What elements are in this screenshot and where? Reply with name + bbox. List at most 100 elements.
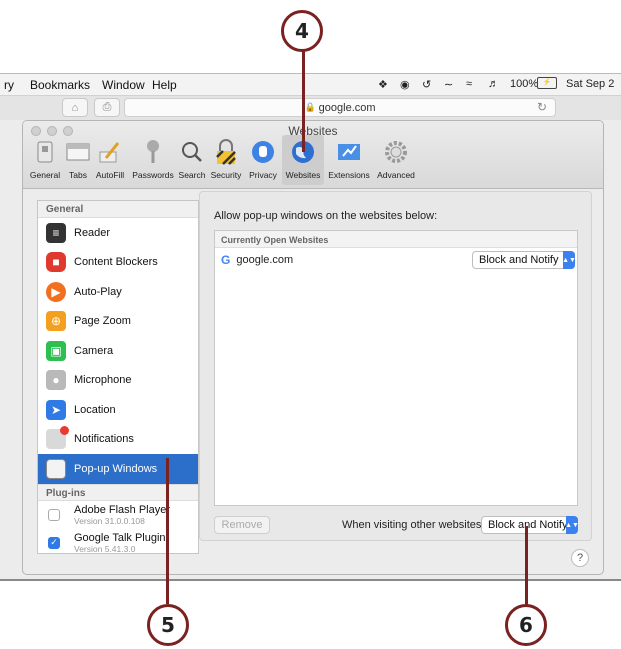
zoom-icon: ⊕ bbox=[46, 311, 66, 332]
website-name: google.com bbox=[236, 254, 294, 266]
sidebar-item-location[interactable]: ➤ Location bbox=[38, 395, 198, 425]
security-lock-icon bbox=[213, 139, 239, 165]
menu-bookmarks[interactable]: Bookmarks bbox=[30, 78, 90, 92]
callout-5: 5 bbox=[147, 604, 189, 646]
hand-icon bbox=[250, 139, 276, 165]
dropbox-icon[interactable]: ❖ bbox=[378, 78, 388, 91]
chevron-updown-icon: ▲▼ bbox=[562, 251, 576, 269]
sidebar-item-label: Location bbox=[74, 403, 116, 416]
menu-help[interactable]: Help bbox=[152, 78, 177, 92]
sidebar-item-label: Microphone bbox=[74, 374, 132, 387]
tab-extensions-label: Extensions bbox=[328, 170, 370, 180]
lock-icon: 🔒 bbox=[304, 102, 316, 112]
battery-percent[interactable]: 100% bbox=[510, 78, 538, 90]
sidebar-item-microphone[interactable]: ● Microphone bbox=[38, 366, 198, 396]
menu-window[interactable]: Window bbox=[102, 78, 145, 92]
notification-icon bbox=[46, 426, 69, 450]
menu-history[interactable]: ry bbox=[4, 78, 14, 92]
sidebar-item-label: Content Blockers bbox=[74, 256, 158, 269]
remove-button[interactable]: Remove bbox=[214, 516, 270, 534]
sidebar-item-camera[interactable]: ▣ Camera bbox=[38, 336, 198, 366]
callout-4: 4 bbox=[281, 10, 323, 52]
battery-icon[interactable]: ⚡ bbox=[537, 77, 557, 89]
eye-icon[interactable]: ◉ bbox=[400, 78, 410, 91]
sidebar-item-label: Page Zoom bbox=[74, 315, 131, 328]
tab-general[interactable]: General bbox=[25, 135, 65, 185]
camera-icon: ▣ bbox=[46, 340, 66, 361]
tab-search[interactable]: Search bbox=[177, 135, 207, 185]
plugin-name: Adobe Flash Player bbox=[74, 503, 170, 516]
callout-6: 6 bbox=[505, 604, 547, 646]
sidebar-item-label: Notifications bbox=[74, 433, 134, 446]
sidebar-plugins-header: Plug-ins bbox=[38, 483, 198, 501]
activity-icon[interactable]: ∼ bbox=[444, 78, 453, 91]
stop-icon: ■ bbox=[46, 252, 66, 273]
tab-passwords-label: Passwords bbox=[132, 170, 174, 180]
sidebar-item-reader[interactable]: ≡ Reader bbox=[38, 218, 198, 248]
tabs-icon bbox=[65, 139, 91, 165]
tab-autofill[interactable]: AutoFill bbox=[91, 135, 129, 185]
plugin-name: Google Talk Plugin bbox=[74, 531, 166, 544]
address-bar[interactable]: 🔒 google.com ↻ bbox=[124, 98, 556, 117]
tab-advanced-label: Advanced bbox=[377, 170, 415, 180]
menu-bar: ry Bookmarks Window Help ❖ ◉ ↺ ∼ ≈ ♬ 100… bbox=[0, 74, 621, 96]
time-machine-icon[interactable]: ↺ bbox=[422, 78, 431, 91]
sidebar-item-notifications[interactable]: Notifications bbox=[38, 425, 198, 455]
wifi-icon[interactable]: ≈ bbox=[466, 78, 472, 90]
key-icon bbox=[140, 139, 166, 165]
tab-advanced[interactable]: Advanced bbox=[373, 135, 419, 185]
sidebar-item-label: Camera bbox=[74, 344, 114, 357]
website-setting-popup[interactable]: Block and Notify ▲▼ bbox=[472, 251, 576, 269]
plugin-google-talk-checkbox[interactable]: ✓ bbox=[48, 536, 60, 549]
play-icon: ▶ bbox=[46, 281, 66, 302]
sidebar-item-content-blockers[interactable]: ■ Content Blockers bbox=[38, 248, 198, 278]
plugin-google-talk[interactable]: ✓ Google Talk Plugin Version 5.41.3.0 bbox=[38, 529, 198, 554]
volume-icon[interactable]: ♬ bbox=[488, 78, 499, 90]
tab-general-label: General bbox=[29, 170, 61, 180]
tab-tabs[interactable]: Tabs bbox=[65, 135, 91, 185]
popup-window-icon bbox=[46, 458, 66, 479]
pencil-icon bbox=[97, 139, 123, 165]
tab-security[interactable]: Security bbox=[207, 135, 245, 185]
tab-search-label: Search bbox=[178, 170, 206, 180]
plugin-version: Version 5.41.3.0 bbox=[74, 543, 136, 554]
help-button[interactable]: ? bbox=[571, 549, 589, 567]
tab-privacy-label: Privacy bbox=[249, 170, 277, 180]
tab-autofill-label: AutoFill bbox=[95, 170, 125, 180]
sidebar-item-label: Auto-Play bbox=[74, 285, 122, 298]
sidebar-item-label: Pop-up Windows bbox=[74, 462, 158, 475]
search-icon bbox=[179, 139, 205, 165]
plugin-flash[interactable]: Adobe Flash Player Version 31.0.0.108 bbox=[38, 501, 198, 529]
reload-icon[interactable]: ↻ bbox=[537, 100, 547, 114]
chevron-updown-icon: ▲▼ bbox=[565, 516, 579, 534]
sidebar-item-popup-windows[interactable]: Pop-up Windows bbox=[38, 454, 198, 484]
tab-websites-label: Websites bbox=[285, 170, 321, 180]
sidebar-item-auto-play[interactable]: ▶ Auto-Play bbox=[38, 277, 198, 307]
popup-settings-panel: Allow pop-up windows on the websites bel… bbox=[199, 191, 592, 541]
websites-list-header: Currently Open Websites bbox=[215, 231, 577, 248]
puzzle-icon bbox=[336, 139, 362, 165]
menu-clock[interactable]: Sat Sep 2 bbox=[566, 78, 614, 90]
tab-privacy[interactable]: Privacy bbox=[245, 135, 281, 185]
sidebar-item-page-zoom[interactable]: ⊕ Page Zoom bbox=[38, 307, 198, 337]
preferences-window: Websites General Tabs AutoFill Passwords… bbox=[22, 120, 604, 575]
home-button[interactable]: ⌂ bbox=[62, 98, 88, 117]
website-setting-value: Block and Notify bbox=[479, 254, 559, 266]
print-button[interactable]: ⎙ bbox=[94, 98, 120, 117]
google-icon: G bbox=[221, 253, 231, 267]
website-row[interactable]: G google.com Block and Notify ▲▼ bbox=[215, 248, 577, 272]
location-icon: ➤ bbox=[46, 399, 66, 420]
general-switch-icon bbox=[32, 139, 58, 165]
sidebar-general-header: General bbox=[38, 201, 198, 218]
tab-extensions[interactable]: Extensions bbox=[325, 135, 373, 185]
gear-icon bbox=[383, 139, 409, 165]
plugin-flash-checkbox[interactable] bbox=[48, 508, 60, 521]
address-text: google.com bbox=[318, 101, 376, 114]
reader-icon: ≡ bbox=[46, 222, 66, 243]
websites-sidebar: General ≡ Reader ■ Content Blockers ▶ Au… bbox=[37, 200, 199, 554]
tab-passwords[interactable]: Passwords bbox=[129, 135, 177, 185]
other-websites-setting-popup[interactable]: Block and Notify ▲▼ bbox=[481, 516, 579, 534]
panel-description: Allow pop-up windows on the websites bel… bbox=[214, 210, 438, 222]
window-titlebar: Websites General Tabs AutoFill Passwords… bbox=[23, 121, 603, 189]
plugin-version: Version 31.0.0.108 bbox=[74, 515, 145, 526]
